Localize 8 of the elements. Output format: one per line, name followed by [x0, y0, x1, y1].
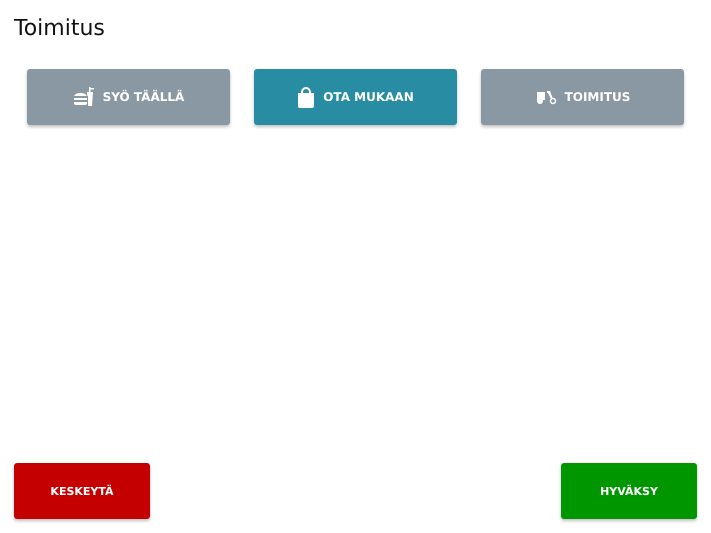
- page-title: Toimitus: [14, 16, 106, 41]
- accept-button[interactable]: HYVÄKSY: [561, 463, 697, 519]
- order-type-button[interactable]: TOIMITUS: [481, 69, 684, 125]
- order-type-button[interactable]: OTA MUKAAN: [254, 69, 457, 125]
- shopping-bag-icon: [297, 86, 316, 108]
- order-type-button[interactable]: SYÖ TÄÄLLÄ: [27, 69, 230, 125]
- cancel-button[interactable]: KESKEYTÄ: [14, 463, 150, 519]
- burger-drink-icon: [72, 87, 95, 107]
